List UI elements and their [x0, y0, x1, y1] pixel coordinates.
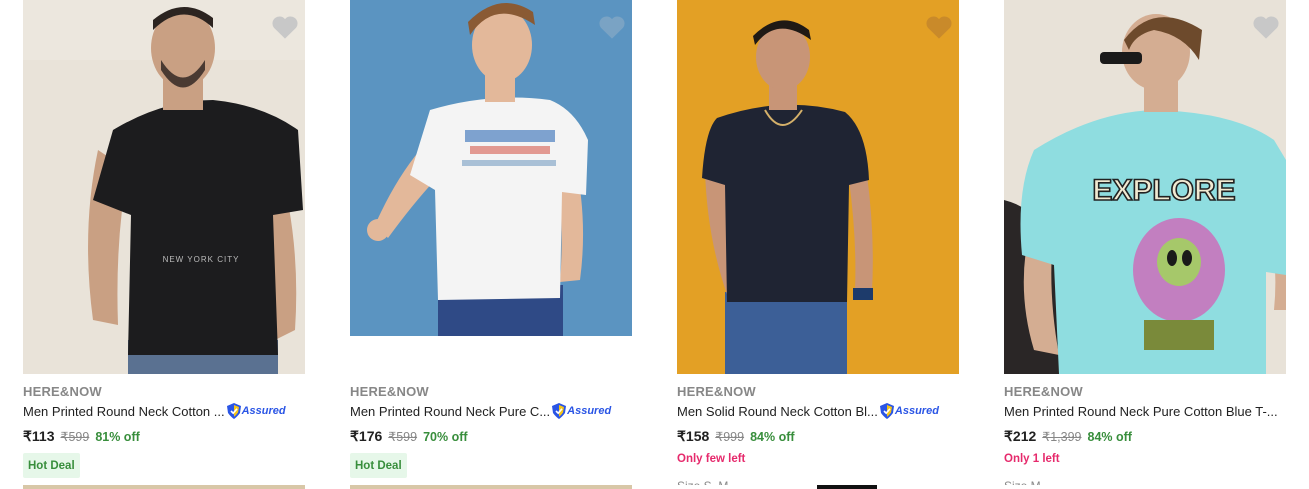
product-photo: NEW YORK CITY [23, 0, 305, 374]
shield-icon [226, 403, 241, 419]
assured-label: Assured [567, 405, 612, 417]
next-row-image-edge [1004, 485, 1286, 489]
discount-percent: 81% off [95, 430, 140, 444]
discount-percent: 70% off [423, 430, 468, 444]
original-price: ₹599 [60, 430, 90, 444]
product-brand: HERE&NOW [1004, 384, 1083, 399]
next-row-image-edge [23, 485, 305, 489]
wishlist-heart-icon[interactable] [271, 14, 299, 40]
wishlist-heart-icon[interactable] [1252, 14, 1280, 40]
shield-icon [879, 403, 894, 419]
discount-percent: 84% off [1087, 430, 1132, 444]
assured-badge: Assured [879, 402, 939, 420]
assured-badge: Assured [552, 402, 611, 420]
product-title[interactable]: Men Printed Round Neck Cotton ... [23, 404, 225, 419]
price-row: ₹113 ₹599 81% off [23, 428, 140, 445]
product-title-row[interactable]: Men Printed Round Neck Pure Cotton Blue … [1004, 402, 1294, 420]
tshirt-print-text: NEW YORK CITY [163, 255, 240, 264]
price-row: ₹158 ₹999 84% off [677, 428, 795, 445]
price-row: ₹212 ₹1,399 84% off [1004, 428, 1132, 445]
product-card[interactable]: EXPLORE HERE&NOW Men Printed Round Neck … [1004, 0, 1286, 489]
selling-price: ₹113 [23, 428, 55, 444]
product-title-row[interactable]: Men Printed Round Neck Pure C... Assured [350, 402, 640, 420]
selling-price: ₹176 [350, 428, 383, 444]
assured-badge: Assured [226, 402, 286, 420]
product-title[interactable]: Men Printed Round Neck Pure Cotton Blue … [1004, 404, 1278, 419]
product-brand: HERE&NOW [350, 384, 429, 399]
product-card[interactable]: NEW YORK CITY HERE&NOW Men Printed Round… [23, 0, 305, 489]
hot-deal-badge: Hot Deal [23, 453, 80, 478]
selling-price: ₹158 [677, 428, 710, 444]
selling-price: ₹212 [1004, 428, 1037, 444]
wishlist-heart-icon[interactable] [598, 14, 626, 40]
product-card[interactable]: HERE&NOW Men Printed Round Neck Pure C..… [350, 0, 632, 489]
wishlist-heart-icon[interactable] [925, 14, 953, 40]
product-image[interactable] [677, 0, 959, 374]
product-image[interactable] [350, 0, 632, 374]
discount-percent: 84% off [750, 430, 795, 444]
product-grid: NEW YORK CITY HERE&NOW Men Printed Round… [0, 0, 1309, 489]
product-image[interactable]: NEW YORK CITY [23, 0, 305, 374]
original-price: ₹1,399 [1042, 430, 1082, 444]
stock-status: Only 1 left [1004, 453, 1060, 465]
product-brand: HERE&NOW [23, 384, 102, 399]
next-row-image-edge [350, 485, 632, 489]
product-title[interactable]: Men Printed Round Neck Pure C... [350, 404, 550, 419]
product-title-row[interactable]: Men Solid Round Neck Cotton Bl... Assure… [677, 402, 967, 420]
product-photo [350, 0, 632, 374]
assured-label: Assured [894, 405, 939, 417]
price-row: ₹176 ₹599 70% off [350, 428, 468, 445]
assured-label: Assured [241, 405, 286, 417]
hot-deal-badge: Hot Deal [350, 453, 407, 478]
product-image[interactable]: EXPLORE [1004, 0, 1286, 374]
stock-status: Only few left [677, 453, 746, 465]
product-photo: EXPLORE [1004, 0, 1286, 374]
product-title-row[interactable]: Men Printed Round Neck Cotton ... Assure… [23, 402, 313, 420]
product-card[interactable]: HERE&NOW Men Solid Round Neck Cotton Bl.… [677, 0, 959, 489]
original-price: ₹999 [715, 430, 745, 444]
original-price: ₹599 [388, 430, 418, 444]
product-title[interactable]: Men Solid Round Neck Cotton Bl... [677, 404, 878, 419]
product-brand: HERE&NOW [677, 384, 756, 399]
shield-icon [552, 403, 567, 419]
product-photo [677, 0, 959, 374]
tshirt-print-text: EXPLORE [1092, 174, 1235, 207]
next-row-image-edge [677, 485, 959, 489]
